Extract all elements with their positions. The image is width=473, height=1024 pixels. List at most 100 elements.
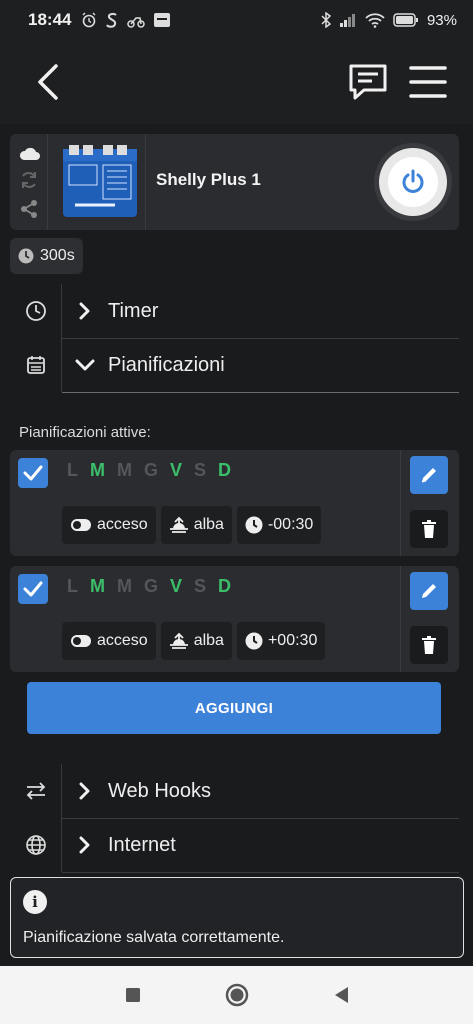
delete-schedule-button[interactable]	[410, 510, 448, 548]
divider	[400, 450, 401, 556]
chevron-right-icon	[62, 782, 108, 800]
chevron-down-icon	[62, 358, 108, 372]
event-label: alba	[193, 516, 224, 533]
sunrise-icon	[169, 516, 188, 533]
clock-icon	[245, 516, 263, 534]
day-letter: V	[170, 460, 183, 480]
schedule-chips: acceso alba +00:30	[62, 622, 326, 660]
chat-icon	[349, 64, 387, 100]
section-label-timer: Timer	[108, 299, 159, 322]
recents-square-icon[interactable]	[125, 987, 141, 1003]
battery-icon	[393, 13, 418, 27]
section-timer[interactable]: Timer	[10, 284, 459, 338]
menu-button[interactable]	[408, 62, 448, 102]
divider	[62, 872, 459, 873]
wifi-icon	[365, 13, 385, 28]
home-circle-icon[interactable]	[225, 983, 249, 1007]
auto-off-label: 300s	[40, 247, 75, 264]
calendar-icon	[26, 356, 45, 374]
power-button-face	[388, 157, 438, 207]
chevron-right-icon	[62, 836, 108, 854]
delete-schedule-button[interactable]	[410, 626, 448, 664]
device-image	[50, 134, 146, 230]
internet-section-icon-wrap	[10, 818, 62, 872]
status-bar: 18:44 93%	[0, 0, 473, 40]
state-label: acceso	[97, 516, 148, 533]
pencil-icon	[422, 584, 436, 598]
cloud-icon	[19, 147, 40, 160]
section-internet[interactable]: Internet	[10, 818, 459, 872]
trash-icon	[422, 636, 436, 654]
schedule-checkbox[interactable]	[18, 458, 48, 488]
system-icons: 93%	[321, 12, 457, 29]
back-button[interactable]	[30, 60, 66, 104]
device-card[interactable]: Shelly Plus 1	[10, 134, 459, 230]
edit-schedule-button[interactable]	[410, 572, 448, 610]
event-chip: alba	[160, 506, 232, 544]
day-letter: D	[218, 576, 232, 596]
section-webhooks[interactable]: Web Hooks	[10, 764, 459, 818]
bluetooth-icon	[321, 12, 331, 28]
add-schedule-button[interactable]: AGGIUNGI	[27, 682, 441, 734]
sunrise-icon	[169, 632, 188, 649]
share-icon[interactable]	[19, 199, 39, 219]
day-letter: S	[194, 576, 207, 596]
edit-schedule-button[interactable]	[410, 456, 448, 494]
day-letter: M	[90, 576, 105, 596]
day-letter: S	[194, 460, 207, 480]
offset-chip: -00:30	[236, 506, 322, 544]
event-chip: alba	[160, 622, 232, 660]
timer-section-icon-wrap	[10, 284, 62, 338]
status-time: 18:44	[28, 10, 72, 29]
chat-button[interactable]	[346, 60, 390, 104]
schedule-card: L M M G V S D acceso alba +00:30	[10, 566, 459, 672]
schedule-checkbox[interactable]	[18, 574, 48, 604]
clock-icon	[18, 248, 34, 264]
hamburger-menu-icon	[409, 66, 447, 98]
webhooks-section-icon-wrap	[10, 764, 62, 818]
toggle-icon	[71, 635, 91, 647]
day-letter: L	[67, 576, 78, 596]
app-bar	[0, 40, 473, 124]
alarm-icon	[82, 12, 96, 28]
chevron-right-icon	[62, 302, 108, 320]
section-schedules[interactable]: Pianificazioni	[10, 338, 459, 392]
schedule-days: L M M G V S D	[67, 576, 231, 597]
moped-icon	[127, 17, 146, 28]
state-chip: acceso	[62, 622, 156, 660]
state-chip: acceso	[62, 506, 156, 544]
event-label: alba	[193, 632, 224, 649]
main-content: Shelly Plus 1 300s Timer Pianificazioni …	[0, 124, 473, 966]
signal-icon	[339, 14, 355, 27]
pencil-icon	[421, 468, 436, 483]
clock-icon	[245, 632, 263, 650]
offset-chip: +00:30	[236, 622, 326, 660]
divider	[400, 566, 401, 672]
day-letter: M	[117, 576, 132, 596]
schedule-days: L M M G V S D	[67, 460, 231, 481]
swap-arrows-icon	[26, 782, 45, 800]
schedule-chips: acceso alba -00:30	[62, 506, 322, 544]
power-button[interactable]	[379, 148, 447, 216]
s-icon	[106, 12, 118, 28]
day-letter: M	[117, 460, 132, 480]
trash-icon	[422, 520, 436, 538]
back-arrow-icon	[38, 64, 58, 100]
power-icon	[402, 169, 424, 193]
day-letter: D	[218, 460, 232, 480]
clock-icon	[25, 301, 46, 321]
divider-active	[62, 392, 459, 393]
offset-label: -00:30	[267, 516, 314, 533]
back-triangle-icon[interactable]	[333, 986, 349, 1004]
offset-label: +00:30	[267, 632, 318, 649]
sync-icon[interactable]	[19, 170, 39, 190]
device-side-icons	[10, 134, 48, 230]
android-nav-bar	[0, 966, 473, 1024]
toast-notification: i Pianificazione salvata correttamente.	[10, 877, 464, 958]
battery-percent: 93%	[426, 11, 457, 29]
toggle-icon	[71, 519, 91, 531]
schedule-card: L M M G V S D acceso alba -00:30	[10, 450, 459, 556]
info-icon: i	[23, 890, 47, 914]
day-letter: L	[67, 460, 78, 480]
auto-off-chip: 300s	[10, 238, 83, 274]
